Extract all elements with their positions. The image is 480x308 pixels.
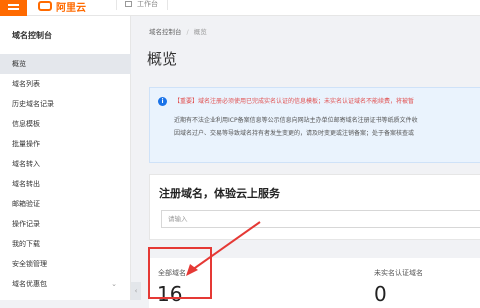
notice-banner: i 【重要】域名注册必须使用已完成实名认证的信息模板；未实名认证域名不能续费，将… xyxy=(149,87,480,163)
sidebar-item-label: 域名优惠包 xyxy=(12,280,47,288)
stat-label-unverified: 未实名认证域名 xyxy=(374,269,423,277)
hamburger-line-icon xyxy=(8,8,19,10)
domain-search-input[interactable] xyxy=(161,210,480,228)
aliyun-logo-icon[interactable] xyxy=(38,1,52,11)
workbench-link[interactable]: 工作台 xyxy=(116,0,168,10)
workbench-label: 工作台 xyxy=(137,0,158,8)
sidebar-item-label: 我的下载 xyxy=(12,240,40,248)
sidebar-item-history[interactable]: 历史域名记录 xyxy=(0,94,131,114)
logo-text[interactable]: 阿里云 xyxy=(56,0,86,14)
stat-value-all-domains[interactable]: 16 xyxy=(157,282,182,306)
breadcrumb-root[interactable]: 域名控制台 xyxy=(149,28,182,36)
sidebar-item-security-lock[interactable]: 安全锁管理 xyxy=(0,254,131,274)
breadcrumb-current: 概览 xyxy=(193,28,207,36)
stat-value-unverified[interactable]: 0 xyxy=(374,282,387,306)
sidebar-item-templates[interactable]: 信息模板 xyxy=(0,114,131,134)
sidebar: 域名控制台 概览 域名列表 历史域名记录 信息模板 批量操作 域名转入 域名转出… xyxy=(0,16,131,300)
sidebar-item-label: 域名转入 xyxy=(12,160,40,168)
menu-button[interactable] xyxy=(0,0,27,16)
chevron-down-icon: ⌄ xyxy=(111,280,117,288)
sidebar-item-label: 域名转出 xyxy=(12,180,40,188)
sidebar-item-downloads[interactable]: 我的下载 xyxy=(0,234,131,254)
sidebar-item-operation-log[interactable]: 操作记录 xyxy=(0,214,131,234)
sidebar-item-transfer-in[interactable]: 域名转入 xyxy=(0,154,131,174)
sidebar-item-label: 操作记录 xyxy=(12,220,40,228)
top-bar: 阿里云 工作台 xyxy=(0,0,480,16)
sidebar-item-overview[interactable]: 概览 xyxy=(0,54,131,74)
sidebar-item-label: 安全锁管理 xyxy=(12,260,47,268)
stats-card: 全部域名 16 未实名认证域名 0 xyxy=(149,258,480,308)
notice-line: 【重要】域名注册必须使用已完成实名认证的信息模板；未实名认证域名不能续费，将被暂 xyxy=(174,98,415,105)
sidebar-item-label: 域名列表 xyxy=(12,80,40,88)
main-content: 域名控制台 / 概览 概览 i 【重要】域名注册必须使用已完成实名认证的信息模板；未… xyxy=(141,16,480,308)
sidebar-item-label: 批量操作 xyxy=(12,140,40,148)
sidebar-item-label: 历史域名记录 xyxy=(12,100,54,108)
notice-line: 因域名过户、交易等导致域名持有者发生变更的，请及时变更或注销备案；处于备案核查或 xyxy=(174,130,415,137)
breadcrumb-separator: / xyxy=(186,28,189,36)
sidebar-item-batch[interactable]: 批量操作 xyxy=(0,134,131,154)
register-domain-card: 注册域名，体验云上服务 xyxy=(149,174,480,240)
sidebar-item-label: 邮箱验证 xyxy=(12,200,40,208)
sidebar-item-label: 概览 xyxy=(12,60,26,68)
sidebar-item-email-verify[interactable]: 邮箱验证 xyxy=(0,194,131,214)
info-icon: i xyxy=(158,97,167,106)
sidebar-item-transfer-out[interactable]: 域名转出 xyxy=(0,174,131,194)
sidebar-item-label: 信息模板 xyxy=(12,120,40,128)
sidebar-item-domain-list[interactable]: 域名列表 xyxy=(0,74,131,94)
breadcrumb: 域名控制台 / 概览 xyxy=(149,26,207,36)
stat-label-all-domains: 全部域名 xyxy=(158,269,186,277)
sidebar-title: 域名控制台 xyxy=(12,31,52,40)
page-title: 概览 xyxy=(147,50,178,68)
sidebar-collapse-toggle[interactable]: ‹ xyxy=(131,282,141,300)
notice-line: 近期有不法企业利用ICP备案信息等公示信息向网站主办单位邮寄域名注册证书等纸质文… xyxy=(174,117,418,124)
home-icon xyxy=(125,1,132,7)
hamburger-line-icon xyxy=(8,4,19,6)
register-title: 注册域名，体验云上服务 xyxy=(159,187,280,200)
sidebar-item-discount-pack[interactable]: 域名优惠包 ⌄ xyxy=(0,274,131,294)
